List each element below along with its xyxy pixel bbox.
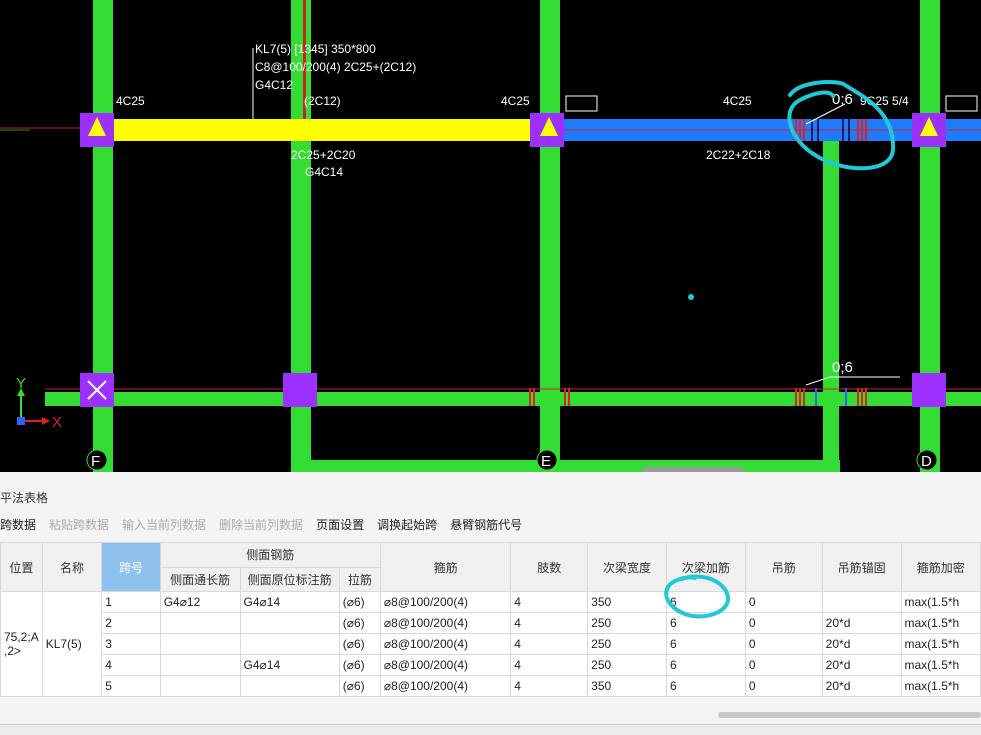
bottom-panel: 平法表格 跨数据 粘贴跨数据 输入当前列数据 删除当前列数据 页面设置 调换起始… [0,472,981,735]
callout-line-1: KL7(5) [1345] 350*800 [255,42,376,56]
bottom-label: G4C14 [305,165,343,179]
span-label-top: 0;6 [832,91,853,108]
label-box [565,95,598,112]
axis-label-f: F [91,453,100,470]
top-label: 4C25 [501,94,530,108]
top-label: 4C25 [116,94,145,108]
column-bottom-right[interactable] [912,373,946,407]
beam-bottom[interactable] [300,460,840,472]
table-annotation-svg [664,574,730,619]
ucs-x-label: X [52,414,62,431]
label-box [945,95,978,112]
bottom-label: 2C25+2C20 [291,148,356,162]
wall-mid-left[interactable] [291,140,311,472]
callout-line-3: G4C12 [255,78,293,92]
span-label-bottom: 0;6 [832,359,853,376]
bottom-label: 2C22+2C18 [706,148,771,162]
cad-canvas[interactable]: KL7(5) [1345] 350*800 C8@100/200(4) 2C25… [0,0,981,472]
column-bottom-mid[interactable] [283,373,317,407]
status-bar [0,724,981,735]
annotation-dot [688,294,694,300]
horizontal-scrollbar[interactable] [718,712,981,718]
top-label: 4C25 [723,94,752,108]
beam-selected[interactable] [100,119,550,141]
top-label: (2C12) [304,94,341,108]
callout-line-2: C8@100/200(4) 2C25+(2C12) [255,60,416,74]
wall-right[interactable] [823,140,839,472]
annotation-circle-table [664,574,730,619]
drawing-svg[interactable]: KL7(5) [1345] 350*800 C8@100/200(4) 2C25… [0,0,981,472]
axis-label-e: E [541,453,551,470]
axis-label-d: D [921,453,932,470]
ucs-y-label: Y [16,375,26,392]
beam-lower[interactable] [45,392,981,406]
